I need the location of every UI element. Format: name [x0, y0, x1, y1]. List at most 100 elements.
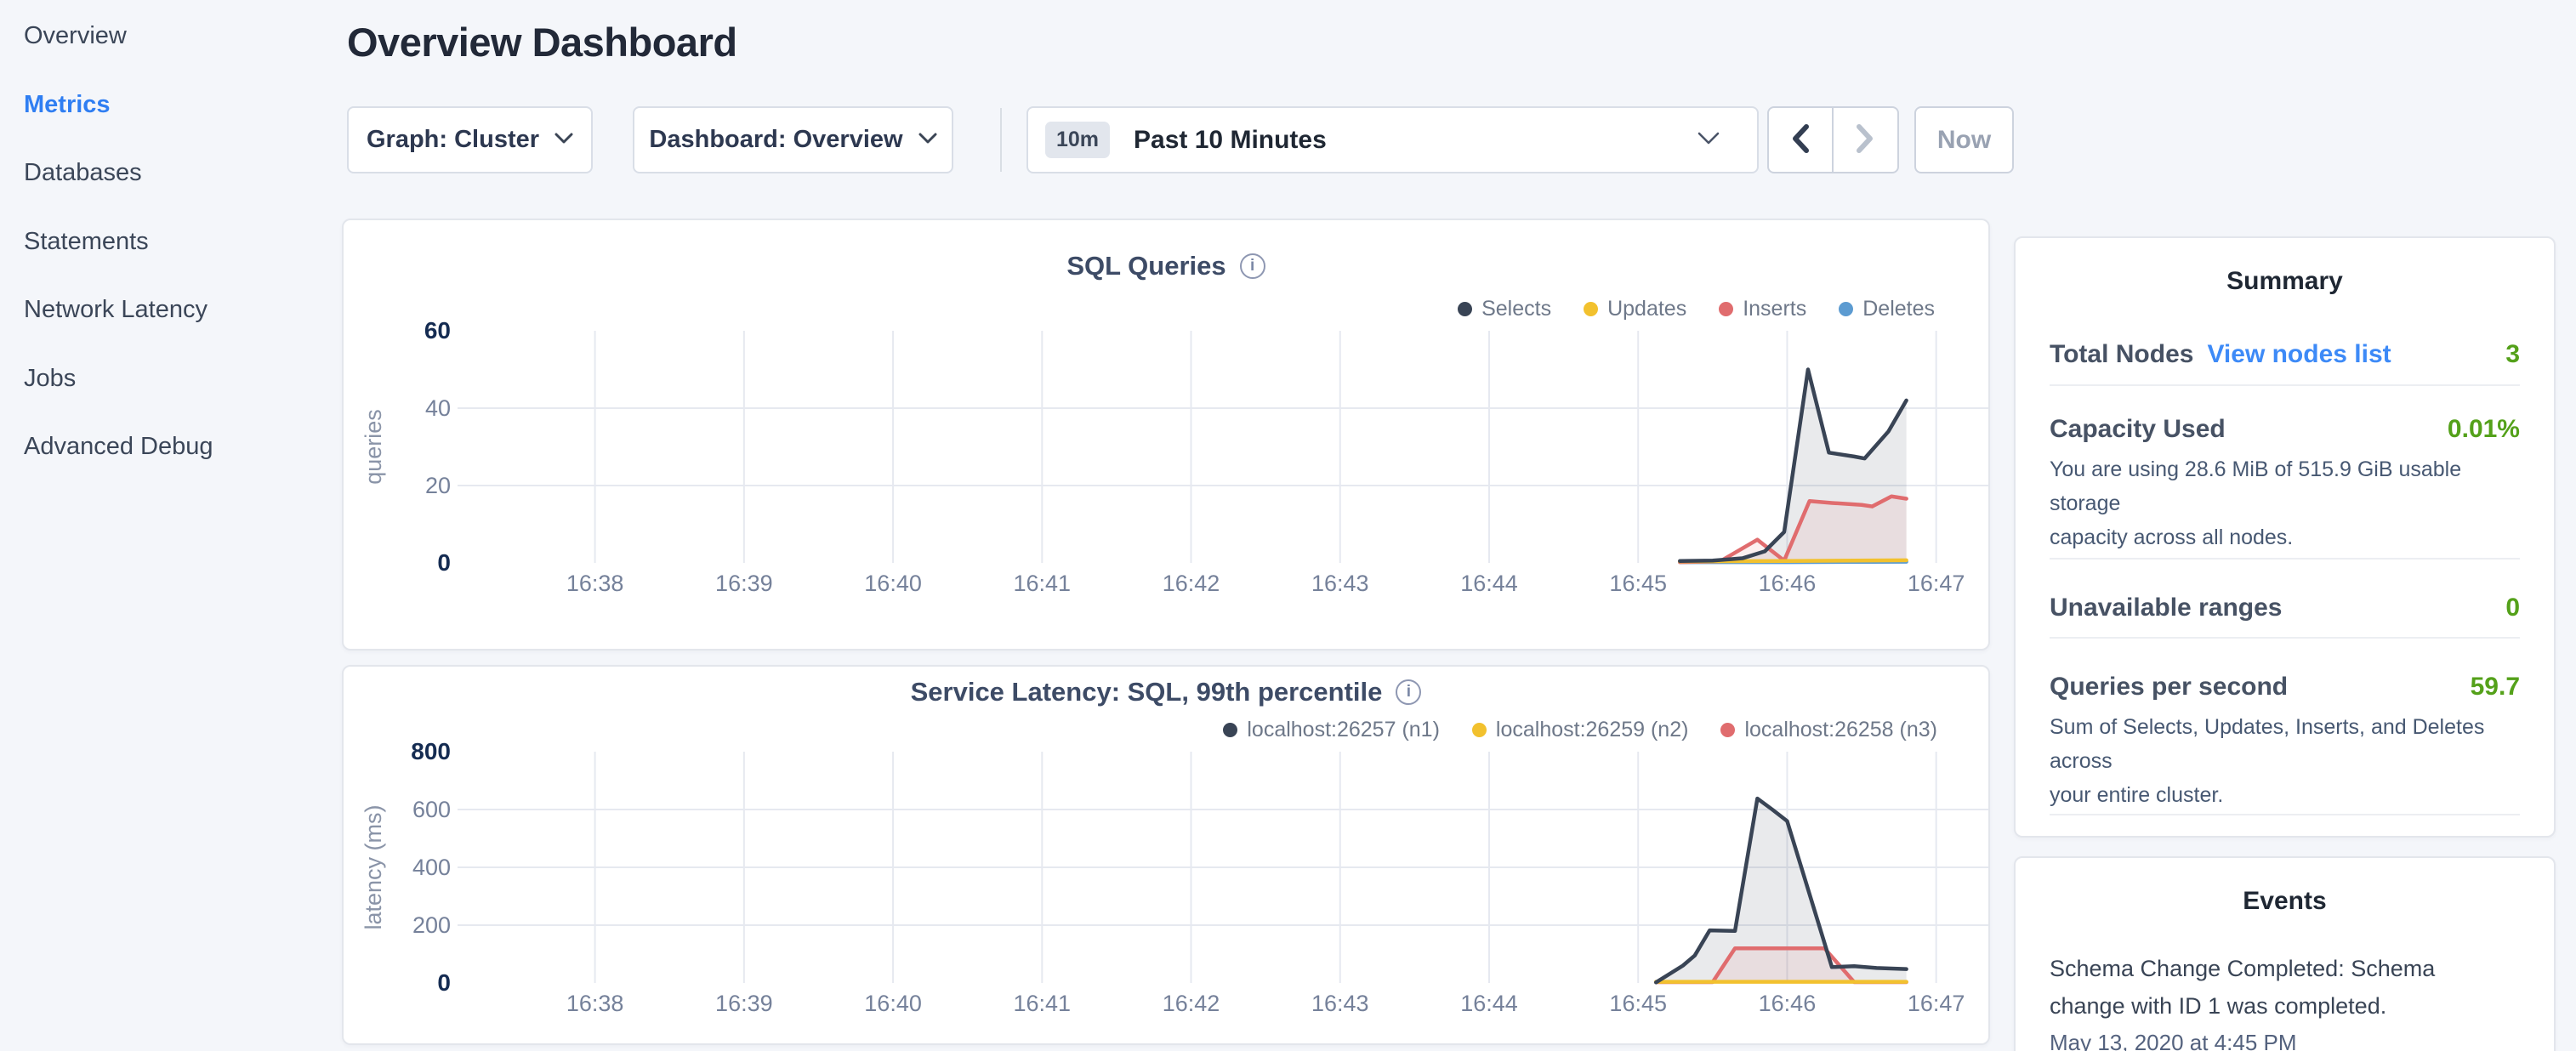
sidebar-item-databases[interactable]: Databases: [24, 156, 142, 190]
chart-legend: localhost:26257 (n1) localhost:26259 (n2)…: [1223, 718, 1937, 742]
previous-time-button[interactable]: [1769, 108, 1834, 172]
sidebar-item-overview[interactable]: Overview: [24, 19, 127, 53]
dashboard-dropdown[interactable]: Dashboard: Overview: [633, 106, 953, 173]
legend-label: Updates: [1607, 297, 1686, 321]
page-title: Overview Dashboard: [347, 19, 737, 65]
events-panel: Events Schema Change Completed: Schema c…: [2014, 856, 2556, 1051]
svg-text:16:47: 16:47: [1908, 991, 1965, 1016]
chevron-down-icon: [1697, 132, 1720, 148]
view-nodes-list-link[interactable]: View nodes list: [2207, 340, 2391, 369]
legend-label: Deletes: [1862, 297, 1935, 321]
svg-text:200: 200: [412, 912, 451, 938]
sidebar-nav: Overview Metrics Databases Statements Networ…: [0, 0, 340, 1051]
info-icon[interactable]: i: [1240, 253, 1265, 279]
svg-text:0: 0: [437, 969, 451, 996]
chart-legend: Selects Updates Inserts Deletes: [1458, 297, 1935, 321]
legend-dot-icon: [1719, 302, 1733, 316]
svg-text:16:41: 16:41: [1014, 991, 1072, 1016]
legend-label: Inserts: [1743, 297, 1806, 321]
legend-label: localhost:26257 (n1): [1247, 718, 1440, 742]
svg-text:16:40: 16:40: [864, 991, 922, 1016]
summary-panel: Summary Total Nodes View nodes list 3 Ca…: [2014, 236, 2556, 838]
legend-item: localhost:26258 (n3): [1720, 718, 1937, 742]
service-latency-chart-card: Service Latency: SQL, 99th percentile i …: [342, 665, 1990, 1045]
chart-title: SQL Queries: [1066, 251, 1225, 281]
time-range-label: Past 10 Minutes: [1134, 126, 1327, 155]
chevron-right-icon: [1854, 122, 1876, 158]
legend-dot-icon: [1720, 723, 1735, 737]
svg-text:16:42: 16:42: [1163, 571, 1220, 596]
svg-text:latency (ms): latency (ms): [361, 804, 386, 929]
svg-text:800: 800: [411, 738, 451, 764]
summary-row-value: 3: [2505, 340, 2520, 369]
svg-text:16:44: 16:44: [1460, 991, 1518, 1016]
chevron-down-icon: [918, 133, 937, 147]
svg-text:16:42: 16:42: [1163, 991, 1220, 1016]
summary-row-queries-per-second: Queries per second 59.7 Sum of Selects, …: [2050, 639, 2520, 815]
legend-label: localhost:26259 (n2): [1496, 718, 1689, 742]
graph-dropdown[interactable]: Graph: Cluster: [347, 106, 593, 173]
svg-text:16:41: 16:41: [1014, 571, 1072, 596]
svg-text:0: 0: [437, 549, 451, 576]
time-range-badge: 10m: [1045, 122, 1110, 158]
svg-text:16:47: 16:47: [1908, 571, 1965, 596]
legend-dot-icon: [1223, 723, 1237, 737]
legend-dot-icon: [1458, 302, 1472, 316]
toolbar-divider: [1000, 108, 1002, 172]
summary-row-value: 0.01%: [2448, 415, 2520, 444]
now-button[interactable]: Now: [1914, 106, 2014, 173]
sidebar-item-advanced-debug[interactable]: Advanced Debug: [24, 429, 213, 463]
metrics-page: Overview Metrics Databases Statements Networ…: [0, 0, 2576, 1051]
svg-text:16:43: 16:43: [1311, 991, 1369, 1016]
time-range-dropdown[interactable]: 10m Past 10 Minutes: [1026, 106, 1759, 173]
legend-item: localhost:26257 (n1): [1223, 718, 1440, 742]
svg-text:20: 20: [425, 473, 451, 498]
sql-queries-chart: 16:3816:3916:4016:4116:4216:4316:4416:45…: [344, 220, 1992, 652]
event-item[interactable]: Schema Change Completed: Schema change w…: [2050, 950, 2520, 1051]
legend-label: localhost:26258 (n3): [1744, 718, 1937, 742]
svg-text:16:38: 16:38: [566, 991, 624, 1016]
sidebar-item-jobs[interactable]: Jobs: [24, 361, 76, 395]
legend-dot-icon: [1472, 723, 1487, 737]
svg-text:16:39: 16:39: [715, 991, 773, 1016]
sidebar-item-statements[interactable]: Statements: [24, 224, 149, 258]
events-title: Events: [2050, 858, 2520, 916]
summary-row-description: You are using 28.6 MiB of 515.9 GiB usab…: [2050, 452, 2520, 554]
chart-title: Service Latency: SQL, 99th percentile: [911, 677, 1383, 707]
svg-text:16:46: 16:46: [1759, 571, 1817, 596]
svg-text:16:45: 16:45: [1609, 571, 1667, 596]
sidebar-item-metrics[interactable]: Metrics: [24, 88, 111, 122]
svg-text:60: 60: [424, 317, 451, 344]
chart-title-row: Service Latency: SQL, 99th percentile i: [344, 677, 1988, 707]
summary-row-label: Total Nodes: [2050, 340, 2193, 369]
svg-text:40: 40: [425, 395, 451, 421]
summary-row-total-nodes: Total Nodes View nodes list 3: [2050, 340, 2520, 386]
svg-text:16:38: 16:38: [566, 571, 624, 596]
svg-text:16:45: 16:45: [1609, 991, 1667, 1016]
event-message: Schema Change Completed: Schema change w…: [2050, 950, 2520, 1025]
summary-row-label: Unavailable ranges: [2050, 594, 2282, 622]
legend-label: Selects: [1481, 297, 1551, 321]
sidebar-item-network-latency[interactable]: Network Latency: [24, 293, 208, 327]
svg-text:16:43: 16:43: [1311, 571, 1369, 596]
summary-row-unavailable-ranges: Unavailable ranges 0: [2050, 560, 2520, 639]
summary-row-label: Capacity Used: [2050, 415, 2226, 444]
summary-row-label: Queries per second: [2050, 673, 2288, 702]
svg-text:400: 400: [412, 855, 451, 880]
info-icon[interactable]: i: [1396, 679, 1421, 705]
chevron-left-icon: [1789, 122, 1811, 158]
svg-text:600: 600: [412, 797, 451, 822]
dashboard-dropdown-label: Dashboard: Overview: [649, 126, 902, 154]
svg-text:16:40: 16:40: [864, 571, 922, 596]
summary-title: Summary: [2050, 238, 2520, 296]
time-pager: [1767, 106, 1899, 173]
svg-text:queries: queries: [361, 409, 386, 485]
legend-item: localhost:26259 (n2): [1472, 718, 1689, 742]
svg-text:16:46: 16:46: [1759, 991, 1817, 1016]
legend-item: Selects: [1458, 297, 1551, 321]
next-time-button[interactable]: [1834, 108, 1898, 172]
legend-dot-icon: [1839, 302, 1853, 316]
summary-row-capacity-used: Capacity Used 0.01% You are using 28.6 M…: [2050, 386, 2520, 560]
graph-dropdown-label: Graph: Cluster: [367, 126, 539, 154]
chevron-down-icon: [554, 133, 573, 147]
